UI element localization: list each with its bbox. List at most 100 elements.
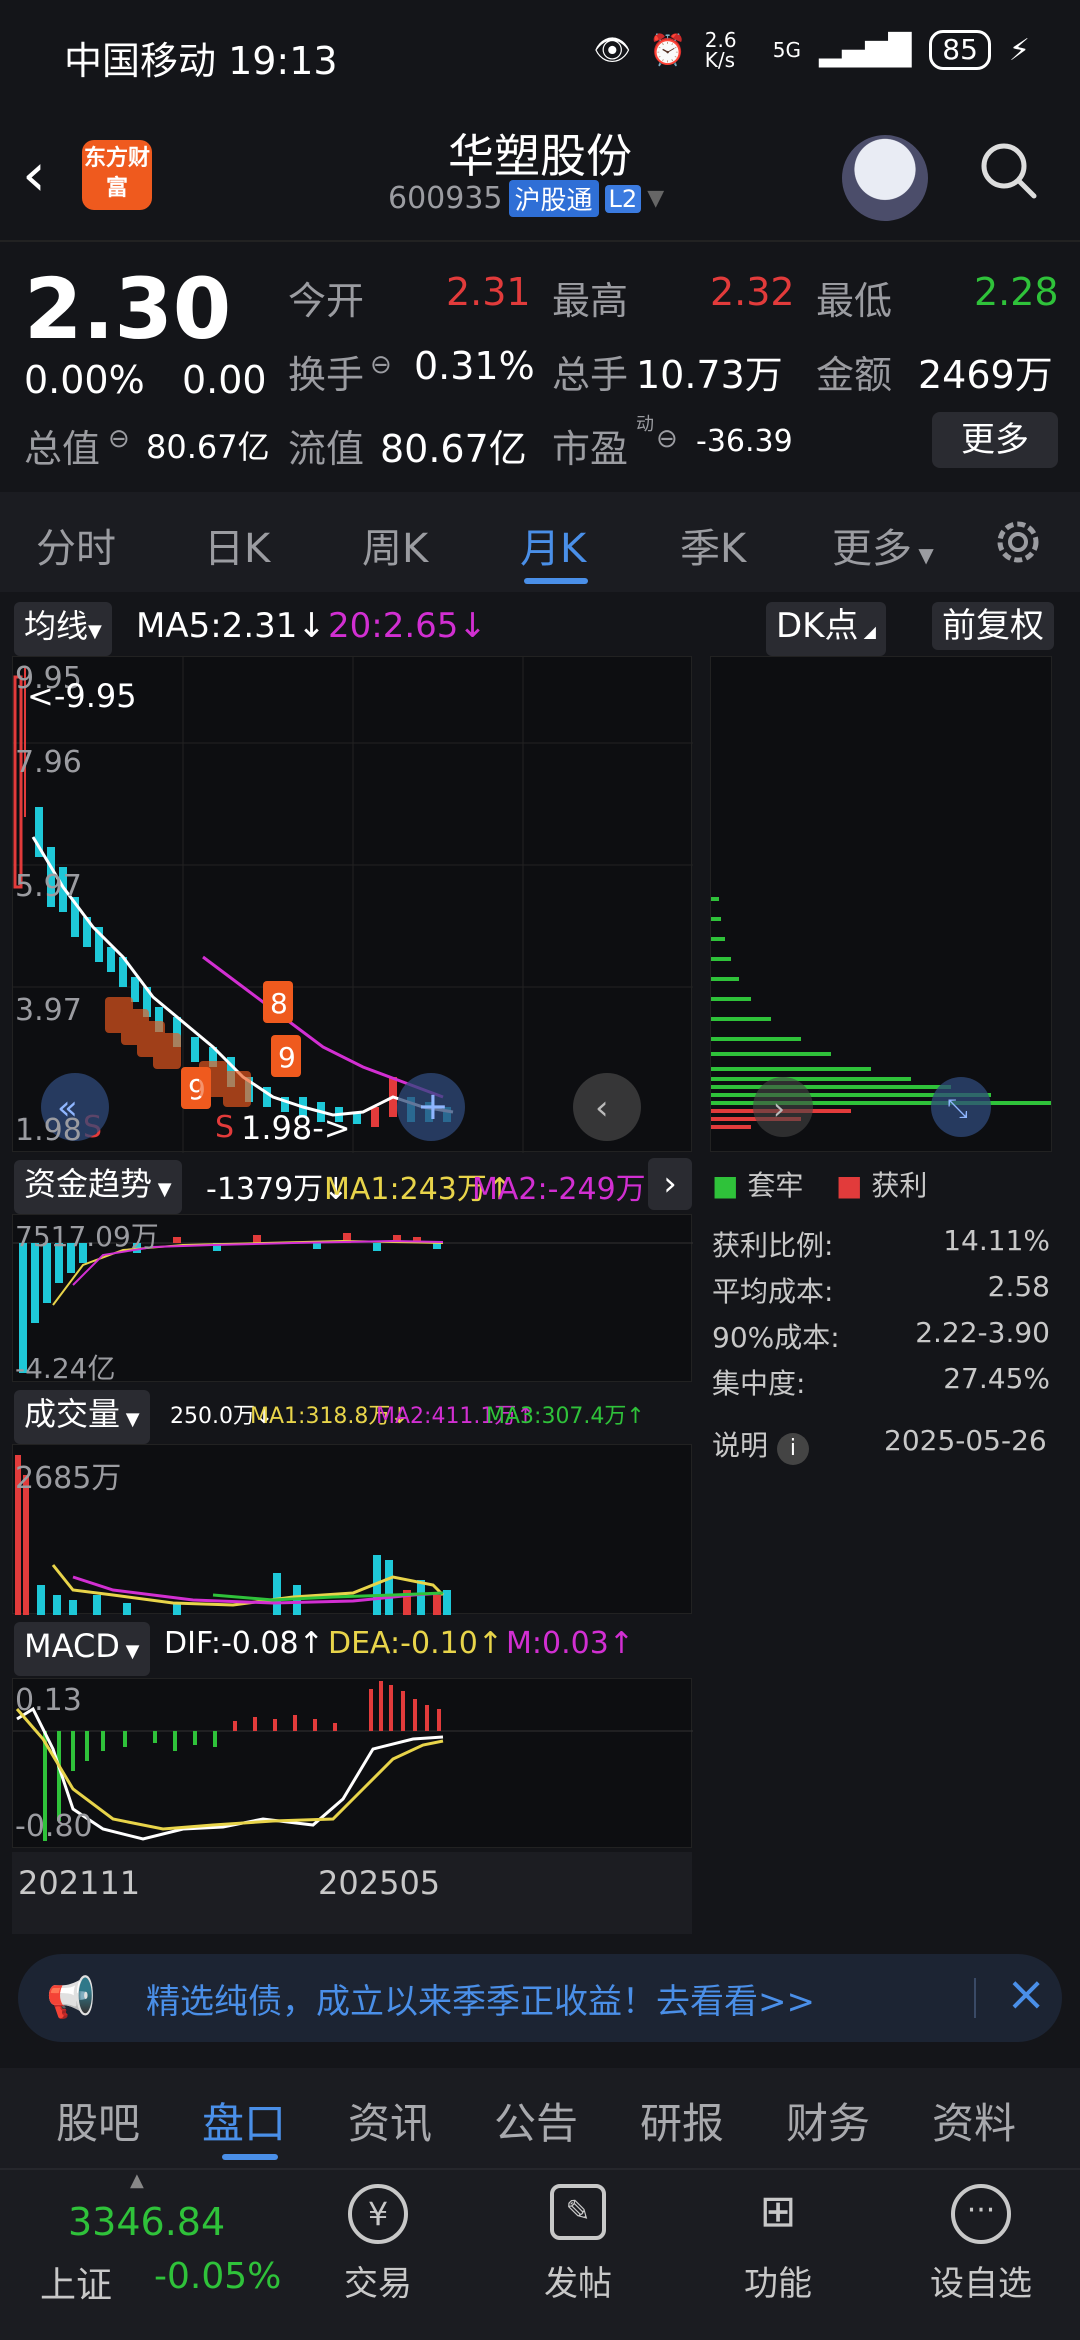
- tab-underline: [222, 2154, 278, 2160]
- battery-level: 85: [929, 30, 991, 70]
- stock-code-row[interactable]: 600935 沪股通 L2 ▼: [388, 180, 664, 217]
- index-ticker[interactable]: ▲ 3346.84 上证 -0.05%: [0, 2170, 282, 2340]
- info-icon[interactable]: ⊖: [656, 424, 678, 454]
- signal-icon: ▂▄▆█: [818, 32, 912, 68]
- alarm-icon: ⏰: [649, 32, 687, 68]
- volume-value: 10.73万: [636, 353, 783, 397]
- open-value: 2.31: [446, 270, 531, 314]
- macd-dropdown[interactable]: MACD ▼: [14, 1622, 150, 1676]
- concentration-value: 27.45%: [943, 1362, 1050, 1395]
- volume-ma3: MA3:307.4万↑: [486, 1404, 645, 1429]
- carrier-time: 中国移动 19:13: [64, 39, 338, 83]
- post-button[interactable]: ✎ 发帖: [528, 2184, 628, 2305]
- tab-monthly-k[interactable]: 月K: [520, 516, 586, 574]
- post-label: 发帖: [544, 2264, 612, 2304]
- ma-dropdown[interactable]: 均线▼: [14, 602, 112, 656]
- fund-trend-chart[interactable]: 7517.09万 -4.24亿: [12, 1214, 693, 1385]
- info-icon[interactable]: ⊖: [370, 350, 392, 380]
- volume-dropdown[interactable]: 成交量 ▼: [14, 1390, 150, 1444]
- fund-top-tick: 7517.09万: [15, 1220, 159, 1253]
- time-axis: 202111 202505: [12, 1852, 692, 1934]
- float-label: 流值: [288, 427, 365, 471]
- ad-divider: [974, 1978, 976, 2018]
- caret-down-icon: ▼: [120, 1409, 140, 1430]
- mcap-label: 总值: [24, 427, 101, 471]
- volume-label: 总手: [552, 353, 629, 397]
- macd-dif: DIF:-0.08↑: [164, 1626, 324, 1661]
- volume-label: 成交量: [24, 1395, 121, 1433]
- gear-icon[interactable]: [990, 514, 1046, 570]
- tab-more[interactable]: 更多 ▼: [832, 516, 934, 574]
- explain-link[interactable]: 说明 i: [712, 1424, 809, 1465]
- functions-button[interactable]: ⊞ 功能: [728, 2184, 828, 2305]
- ad-banner[interactable]: 📢 精选纯债，成立以来季季正收益！去看看>> ×: [18, 1954, 1062, 2042]
- legend-profit-label: 获利: [871, 1169, 928, 1202]
- trade-button[interactable]: ¥ 交易: [328, 2184, 428, 2305]
- pe-superscript: 动: [636, 414, 654, 435]
- period-tabs: 分时 日K 周K 月K 季K 更多 ▼: [0, 492, 1080, 592]
- tab-announcements[interactable]: 公告: [494, 2090, 578, 2151]
- tab-quarterly-k[interactable]: 季K: [680, 516, 746, 574]
- adjust-button[interactable]: 前复权: [932, 602, 1054, 650]
- bottom-action-bar: ▲ 3346.84 上证 -0.05% ¥ 交易 ✎ 发帖 ⊞ 功能 ··· 设…: [0, 2168, 1080, 2340]
- tab-research[interactable]: 研报: [640, 2090, 724, 2151]
- svg-text:‹: ‹: [595, 1088, 609, 1128]
- tab-news[interactable]: 资讯: [348, 2090, 432, 2151]
- ma20-value: 20:2.65↓: [328, 606, 487, 646]
- robot-assistant-icon[interactable]: [842, 135, 928, 221]
- pe-label: 市盈: [552, 427, 629, 471]
- caret-down-icon: ▼: [912, 543, 934, 567]
- net-speed: 2.6 K/s: [704, 28, 737, 72]
- tab-underline: [524, 578, 588, 584]
- change-pct: 0.00%: [24, 358, 145, 402]
- low-value: 2.28: [974, 270, 1059, 314]
- eye-icon: 👁: [593, 32, 632, 68]
- status-icons: 👁 ⏰ 2.6 K/s 5G ▂▄▆█ 85 ⚡: [593, 30, 1030, 70]
- fund-trend-dropdown[interactable]: 资金趋势 ▼: [14, 1160, 182, 1214]
- index-value: 3346.84: [68, 2200, 226, 2244]
- turnover-value: 0.31%: [414, 344, 535, 388]
- volume-chart[interactable]: 2685万: [12, 1444, 692, 1615]
- fund-bottom-tick: -4.24亿: [15, 1352, 116, 1385]
- index-change: -0.05%: [154, 2256, 282, 2297]
- close-icon[interactable]: ×: [1006, 1966, 1046, 2022]
- y-tick-bottom: 1.98: [15, 1113, 82, 1148]
- x-end-label: 202505: [318, 1864, 441, 1902]
- more-dots-icon: ···: [951, 2184, 1011, 2244]
- info-icon[interactable]: ⊖: [108, 424, 130, 454]
- edit-icon: ✎: [550, 2184, 606, 2240]
- y-tick-2: 7.96: [15, 745, 82, 780]
- high-label: 最高: [552, 279, 629, 323]
- macd-chart[interactable]: 0.13 -0.80: [12, 1678, 693, 1848]
- chip-distribution-chart[interactable]: › ⤡: [710, 656, 1052, 1152]
- tab-finance[interactable]: 财务: [786, 2090, 870, 2151]
- tab-guba[interactable]: 股吧: [56, 2090, 140, 2151]
- profit-ratio-label: 获利比例:: [712, 1229, 834, 1262]
- tab-daily-k[interactable]: 日K: [204, 516, 270, 574]
- macd-dea: DEA:-0.10↑: [328, 1626, 503, 1661]
- ma5-value: MA5:2.31↓: [136, 606, 326, 646]
- kline-chart[interactable]: 8 9 9 S S « + ‹ 9.95 <-9.95 7.96 5.97 3.…: [12, 656, 693, 1153]
- profit-ratio-value: 14.11%: [943, 1224, 1050, 1257]
- fund-trend-label: 资金趋势: [24, 1165, 153, 1203]
- tab-intraday[interactable]: 分时: [36, 516, 116, 574]
- more-button[interactable]: 更多: [932, 412, 1058, 468]
- pe-value: -36.39: [696, 424, 793, 459]
- svg-text:8: 8: [270, 987, 288, 1020]
- search-icon[interactable]: [978, 140, 1038, 200]
- caret-down-icon: ▼: [119, 1641, 140, 1662]
- concentration-label: 集中度:: [712, 1367, 806, 1400]
- svg-text:9: 9: [278, 1041, 296, 1074]
- tab-profile[interactable]: 资料: [932, 2090, 1016, 2151]
- svg-text:›: ›: [773, 1092, 785, 1127]
- tab-pankou[interactable]: 盘口: [202, 2090, 286, 2151]
- add-watchlist-button[interactable]: ··· 设自选: [916, 2184, 1046, 2305]
- chevron-right-icon[interactable]: ›: [648, 1158, 692, 1210]
- tab-weekly-k[interactable]: 周K: [362, 516, 428, 574]
- legend-square-green: ■: [712, 1169, 739, 1202]
- dk-point-button[interactable]: DK点 ◢: [766, 602, 886, 656]
- caret-down-icon: ▼: [88, 621, 102, 642]
- y-tick-3: 5.97: [15, 869, 82, 904]
- grid-icon: ⊞: [759, 2186, 797, 2237]
- yen-icon: ¥: [348, 2184, 408, 2244]
